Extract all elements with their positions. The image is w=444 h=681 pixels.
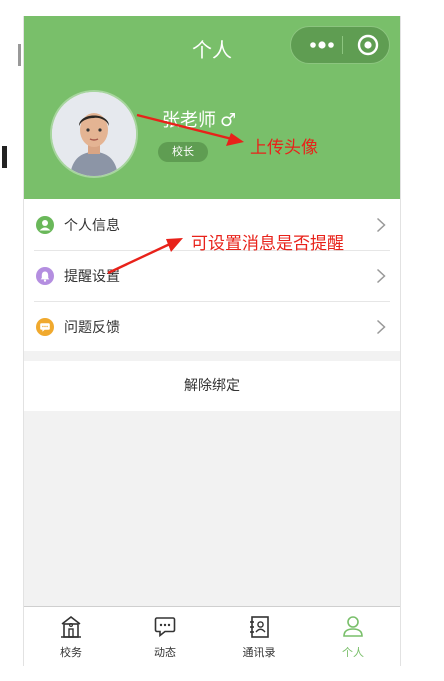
menu-item-label: 提醒设置 — [64, 269, 120, 285]
avatar[interactable] — [52, 92, 136, 176]
tab-contacts[interactable]: 通讯录 — [212, 607, 306, 666]
profile-card: 张老师 ♂ 校长 — [24, 74, 400, 199]
chevron-right-icon — [376, 217, 386, 233]
contacts-icon — [250, 616, 269, 638]
tab-personal[interactable]: 个人 — [306, 607, 400, 666]
role-badge: 校长 — [158, 142, 208, 162]
capsule-divider — [342, 36, 343, 54]
chevron-right-icon — [376, 268, 386, 284]
target-circle-icon — [357, 34, 379, 56]
more-button[interactable] — [305, 27, 339, 63]
menu-list: 个人信息 提醒设置 问题反馈 — [24, 199, 400, 351]
tab-label: 校务 — [60, 646, 82, 659]
gender-icon: ♂ — [220, 110, 237, 131]
tab-label: 通讯录 — [242, 646, 276, 659]
school-icon — [61, 615, 81, 638]
menu-item-feedback[interactable]: 问题反馈 — [24, 302, 400, 352]
close-button[interactable] — [351, 27, 385, 63]
nav-header: 个人 — [24, 16, 400, 75]
background-fragment — [2, 146, 7, 168]
person-icon — [343, 616, 363, 637]
chat-icon — [36, 318, 54, 336]
user-name: 张老师 ♂ — [162, 106, 236, 132]
menu-item-reminder-settings[interactable]: 提醒设置 — [24, 251, 400, 301]
avatar-annotation: 上传头像 — [250, 138, 318, 158]
reminder-annotation: 可设置消息是否提醒 — [191, 234, 344, 254]
phone-screen: 个人 张老师 ♂ 校长 个人信息 提醒设置 问题反馈 解除绑定 校务 动态 通讯… — [23, 16, 401, 666]
menu-item-label: 问题反馈 — [64, 320, 120, 336]
chevron-right-icon — [376, 319, 386, 335]
name-text: 张老师 — [162, 110, 216, 131]
background-fragment — [18, 44, 21, 66]
child-photo-icon — [52, 92, 136, 176]
tab-moments[interactable]: 动态 — [118, 607, 212, 666]
tab-bar: 校务 动态 通讯录 个人 — [24, 606, 400, 666]
tab-label: 个人 — [342, 646, 364, 659]
user-icon — [36, 216, 54, 234]
unbind-button[interactable]: 解除绑定 — [24, 361, 400, 411]
more-dots-icon — [310, 41, 334, 49]
tab-school-affairs[interactable]: 校务 — [24, 607, 118, 666]
mini-program-capsule — [290, 26, 390, 64]
tab-label: 动态 — [154, 646, 176, 659]
bell-icon — [36, 267, 54, 285]
message-icon — [154, 617, 176, 638]
menu-item-label: 个人信息 — [64, 218, 120, 234]
